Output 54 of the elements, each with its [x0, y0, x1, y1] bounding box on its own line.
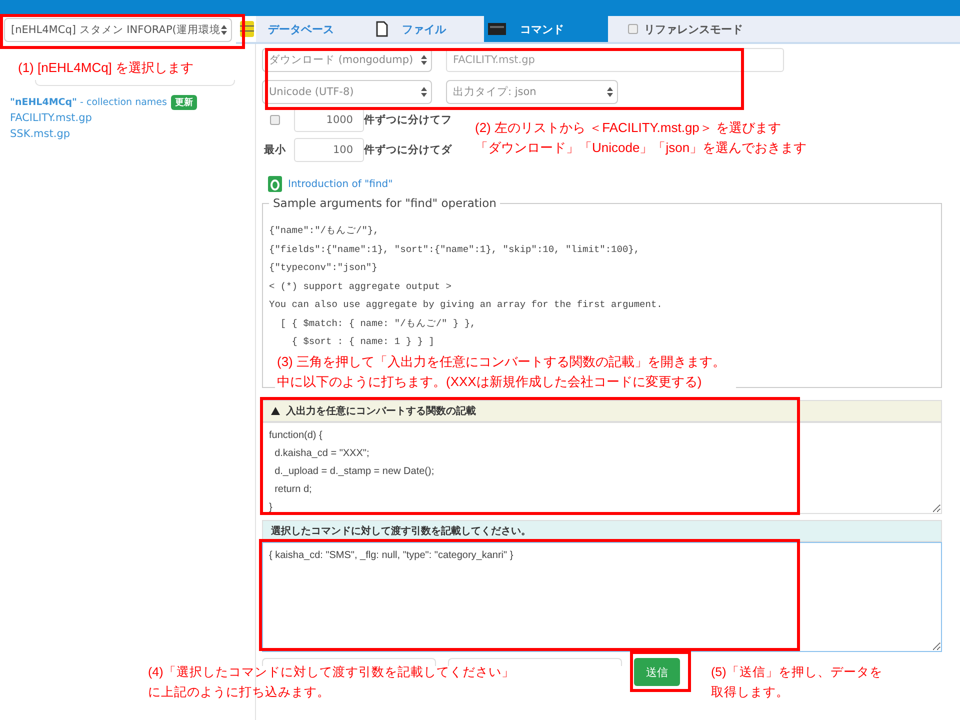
args-title: 選択したコマンドに対して渡す引数を記載してください。	[271, 524, 531, 538]
dropdown-arrows-icon	[421, 87, 427, 97]
intro-link[interactable]: Introduction of "find"	[288, 178, 393, 190]
code-line: {"typeconv":"json"}	[269, 261, 378, 275]
number-field[interactable]: 1000	[294, 108, 364, 132]
code-line: {"fields":{"name":1}, "sort":{"name":1}, "skip":10, "limit":100},	[269, 242, 641, 256]
reference-mode-checkbox[interactable]: リファレンスモード	[628, 22, 743, 36]
input-field[interactable]	[448, 658, 622, 666]
send-button[interactable]: 送信	[634, 658, 680, 686]
collection-link[interactable]: SSK.mst.gp	[10, 126, 255, 142]
database-select[interactable]: [nEHL4MCq] スタメン INFORAP(運用環境	[4, 18, 232, 42]
file-icon	[376, 21, 388, 37]
annotation-text: (5)「送信」を押し、データを	[711, 664, 882, 681]
code-line: You can also use aggregate by giving an array for the first argument.	[269, 298, 664, 312]
code-line: {"name":"/もんご/"},	[269, 224, 380, 238]
annotation-text: (3) 三角を押して「入出力を任意にコンバートする関数の記載」を開きます。	[277, 353, 726, 371]
tab[interactable]: コマンド	[484, 16, 608, 42]
terminal-icon	[488, 23, 506, 35]
number-field[interactable]: 100	[294, 138, 364, 162]
annotation-text: (4)「選択したコマンドに対して渡す引数を記載してください」	[148, 664, 514, 681]
command-select[interactable]: ダウンロード (mongodump)	[262, 48, 432, 72]
annotation-text: に上記のように打ち込みます。	[148, 684, 331, 701]
function-textarea[interactable]: function(d) { d.kaisha_cd = "XXX"; d._upload = d._stamp = new Date(); return d; }	[262, 422, 942, 514]
code-line: { $sort : { name: 1 } } ]	[290, 335, 436, 349]
dropdown-arrows-icon	[607, 87, 613, 97]
split-label: 件ずつに分けてフ	[364, 113, 452, 127]
code-line: [ { $match: { name: "/もんご/" } },	[279, 316, 477, 330]
annotation-text: (2) 左のリストから ＜FACILITY.mst.gp＞ を選びます	[475, 119, 782, 137]
code-line: < (*) support aggregate output >	[269, 280, 452, 294]
annotation-text: 「ダウンロード」「Unicode」「json」を選んでおきます	[475, 139, 807, 157]
split-label: 件ずつに分けてダ	[364, 143, 452, 157]
collection-link[interactable]: FACILITY.mst.gp	[10, 110, 255, 126]
annotation-text: (1) [nEHL4MCq] を選択します	[18, 59, 194, 77]
sample-legend: Sample arguments for "find" operation	[269, 196, 500, 210]
dropdown-arrows-icon	[221, 25, 227, 35]
checkbox[interactable]	[270, 115, 280, 125]
converter-title: 入出力を任意にコンバートする関数の記載	[286, 404, 476, 418]
encoding-select[interactable]: Unicode (UTF-8)	[262, 80, 432, 104]
checkbox[interactable]	[628, 24, 638, 34]
annotation-text: 取得します。	[711, 684, 790, 701]
input-field[interactable]	[35, 80, 235, 86]
output-type-select[interactable]: 出力タイプ: json	[446, 80, 618, 104]
tab[interactable]: ファイル	[372, 16, 472, 42]
tab[interactable]: データベース	[236, 16, 360, 42]
file-name-field[interactable]: FACILITY.mst.gp	[446, 48, 784, 72]
o-icon	[268, 176, 282, 192]
input-field[interactable]	[262, 658, 436, 666]
collection-header: "nEHL4MCq" - collection names	[10, 96, 167, 108]
converter-header[interactable]: 入出力を任意にコンバートする関数の記載	[262, 400, 942, 422]
annotation-text: 中に以下のように打ちます。(XXXは新規作成した会社コードに変更する)	[277, 373, 703, 391]
refresh-button[interactable]: 更新	[170, 94, 197, 110]
arguments-textarea[interactable]: { kaisha_cd: "SMS", _flg: null, "type": "category_kanri" }	[262, 542, 942, 652]
min-label: 最小	[264, 143, 286, 157]
dropdown-arrows-icon	[421, 55, 427, 65]
